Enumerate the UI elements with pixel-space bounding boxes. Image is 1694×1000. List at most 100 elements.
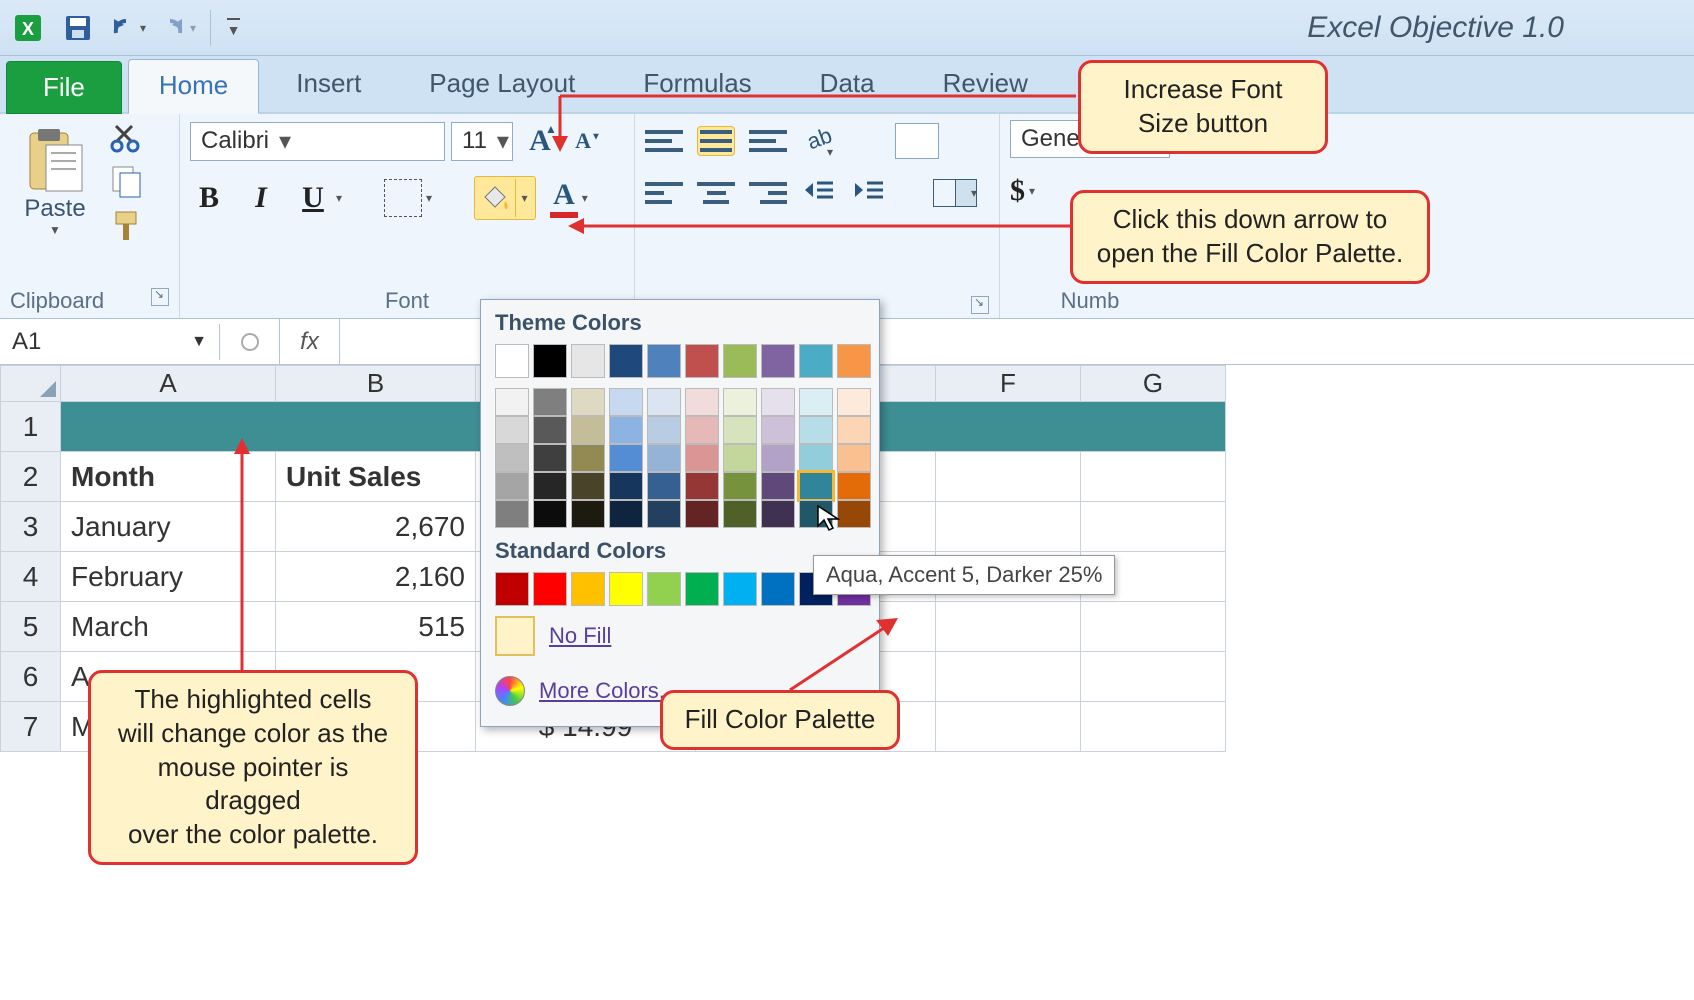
cell[interactable]: Unit Sales <box>276 452 476 502</box>
color-swatch[interactable] <box>837 416 871 444</box>
no-fill-swatch[interactable] <box>495 616 535 656</box>
cell[interactable]: January <box>61 502 276 552</box>
color-swatch[interactable] <box>495 500 529 528</box>
color-swatch[interactable] <box>609 344 643 378</box>
col-header-A[interactable]: A <box>61 366 276 402</box>
cell[interactable]: 2,160 <box>276 552 476 602</box>
color-swatch[interactable] <box>647 500 681 528</box>
color-swatch[interactable] <box>647 388 681 416</box>
color-swatch[interactable] <box>533 572 567 606</box>
color-swatch[interactable] <box>685 500 719 528</box>
row-header-5[interactable]: 5 <box>1 602 61 652</box>
cell[interactable] <box>1081 652 1226 702</box>
cell[interactable] <box>1081 502 1226 552</box>
color-swatch[interactable] <box>571 500 605 528</box>
cell[interactable] <box>936 502 1081 552</box>
qat-customize-button[interactable]: ▼ <box>210 10 246 46</box>
cell[interactable] <box>936 452 1081 502</box>
tab-review[interactable]: Review <box>912 57 1059 112</box>
color-swatch[interactable] <box>609 572 643 606</box>
color-swatch[interactable] <box>495 344 529 378</box>
row-header-1[interactable]: 1 <box>1 402 61 452</box>
cell[interactable]: March <box>61 602 276 652</box>
color-swatch[interactable] <box>571 444 605 472</box>
accounting-format-button[interactable]: $ <box>1010 174 1025 208</box>
color-swatch[interactable] <box>609 500 643 528</box>
row-header-2[interactable]: 2 <box>1 452 61 502</box>
color-swatch[interactable] <box>533 344 567 378</box>
fill-color-button[interactable] <box>477 179 515 217</box>
color-swatch[interactable] <box>495 444 529 472</box>
color-swatch[interactable] <box>647 572 681 606</box>
color-swatch[interactable] <box>799 444 833 472</box>
color-swatch[interactable] <box>723 388 757 416</box>
color-swatch[interactable] <box>647 416 681 444</box>
color-swatch[interactable] <box>761 416 795 444</box>
color-swatch[interactable] <box>609 444 643 472</box>
bottom-align-button[interactable] <box>749 126 787 156</box>
color-swatch[interactable] <box>647 444 681 472</box>
cell[interactable] <box>936 652 1081 702</box>
color-swatch[interactable] <box>609 388 643 416</box>
color-swatch[interactable] <box>837 472 871 500</box>
alignment-dialog-launcher[interactable] <box>971 296 989 314</box>
color-swatch[interactable] <box>685 388 719 416</box>
col-header-F[interactable]: F <box>936 366 1081 402</box>
italic-button[interactable]: I <box>242 181 280 215</box>
fill-color-arrow[interactable]: ▾ <box>515 179 533 217</box>
color-swatch[interactable] <box>495 472 529 500</box>
color-swatch[interactable] <box>533 500 567 528</box>
color-swatch[interactable] <box>533 388 567 416</box>
row-header-6[interactable]: 6 <box>1 652 61 702</box>
tab-home[interactable]: Home <box>128 59 259 114</box>
color-swatch[interactable] <box>647 472 681 500</box>
increase-font-size-button[interactable]: A▲ <box>519 120 561 162</box>
color-swatch[interactable] <box>685 572 719 606</box>
borders-button[interactable] <box>384 179 422 217</box>
cell[interactable] <box>936 602 1081 652</box>
align-right-button[interactable] <box>749 178 787 208</box>
name-box[interactable]: A1▼ <box>0 324 220 360</box>
merge-center-button[interactable]: ▾ <box>933 179 977 207</box>
color-swatch[interactable] <box>571 416 605 444</box>
row-header-7[interactable]: 7 <box>1 702 61 752</box>
color-swatch[interactable] <box>647 344 681 378</box>
col-header-G[interactable]: G <box>1081 366 1226 402</box>
tab-page-layout[interactable]: Page Layout <box>398 57 606 112</box>
cell[interactable] <box>1081 452 1226 502</box>
insert-function-button[interactable]: fx <box>280 319 340 364</box>
cell[interactable] <box>1081 602 1226 652</box>
color-swatch[interactable] <box>799 344 833 378</box>
wrap-text-button[interactable] <box>895 123 939 159</box>
more-colors-link[interactable]: More Colors... <box>539 678 677 704</box>
row-header-3[interactable]: 3 <box>1 502 61 552</box>
cell[interactable]: 515 <box>276 602 476 652</box>
decrease-font-size-button[interactable]: A▼ <box>567 120 609 162</box>
col-header-B[interactable]: B <box>276 366 476 402</box>
color-swatch[interactable] <box>761 500 795 528</box>
undo-button[interactable]: ▾ <box>110 10 146 46</box>
color-swatch[interactable] <box>723 572 757 606</box>
font-name-dropdown[interactable]: Calibri▾ <box>190 122 445 161</box>
color-swatch[interactable] <box>495 416 529 444</box>
color-swatch[interactable] <box>761 472 795 500</box>
color-swatch[interactable] <box>723 500 757 528</box>
color-swatch[interactable] <box>609 472 643 500</box>
color-swatch[interactable] <box>723 416 757 444</box>
color-swatch[interactable] <box>799 416 833 444</box>
color-swatch[interactable] <box>495 572 529 606</box>
color-swatch[interactable] <box>837 500 871 528</box>
align-center-button[interactable] <box>697 178 735 208</box>
color-swatch[interactable] <box>685 344 719 378</box>
bold-button[interactable]: B <box>190 181 228 215</box>
color-swatch[interactable] <box>723 444 757 472</box>
redo-button[interactable]: ▾ <box>160 10 196 46</box>
cell[interactable] <box>1081 702 1226 752</box>
tab-file[interactable]: File <box>6 61 122 114</box>
middle-align-button[interactable] <box>697 126 735 156</box>
cell[interactable]: February <box>61 552 276 602</box>
color-swatch[interactable] <box>533 416 567 444</box>
paste-button[interactable]: Paste ▼ <box>10 125 100 237</box>
color-swatch[interactable] <box>799 388 833 416</box>
copy-button[interactable] <box>110 164 144 198</box>
